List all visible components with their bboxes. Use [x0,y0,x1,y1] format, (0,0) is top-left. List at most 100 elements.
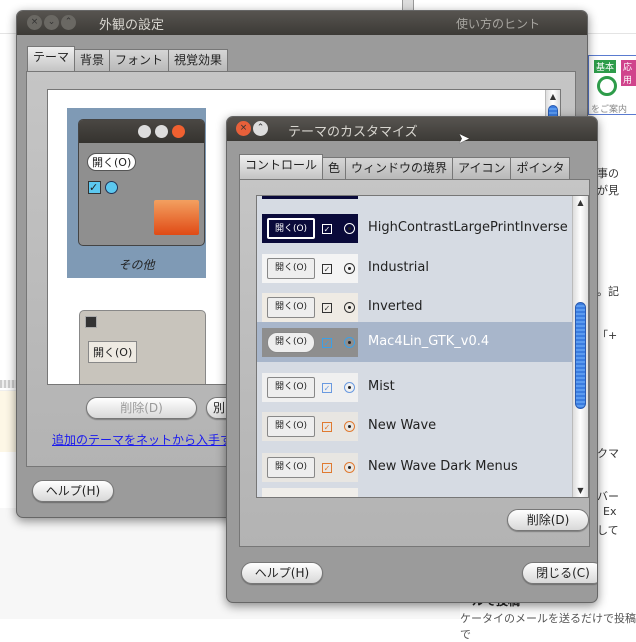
help-button[interactable]: ヘルプ(H) [32,480,114,502]
checkbox-icon: ✓ [322,462,332,473]
preview-open-button: 開く(O) [267,457,315,478]
guide-box[interactable]: 基本 応用 をご案内 [588,55,636,115]
radio-icon [344,421,355,432]
tab-background[interactable]: 背景 [74,49,111,71]
delete-button[interactable]: 削除(D) [86,397,197,419]
checkbox-icon: ✓ [322,302,332,313]
bg-text: 「+ [597,329,618,342]
titlebar[interactable]: × ⌃ テーマのカスタマイズ [227,117,597,141]
bg-text: バー [597,490,619,503]
preview-open-button: 開く(O) [267,377,315,398]
tab-colors[interactable]: 色 [322,157,347,179]
maximize-icon[interactable]: ⌃ [61,15,76,30]
more-themes-link[interactable]: 追加のテーマをネットから入手す [52,431,232,448]
tab-visual-effects[interactable]: 視覚効果 [168,49,229,71]
theme-row[interactable]: 開く(O) ✓ Industrial [257,248,572,288]
preview-open-button: 開く(O) [267,218,315,239]
theme-row[interactable]: 開く(O) ✓ HighContrastLargePrintInverse [257,208,572,248]
radio-icon [344,462,355,473]
theme-preview: 開く(O) ✓ [78,119,205,246]
tab-pointer[interactable]: ポインタ [510,157,571,179]
preview-open-button: 開く(O) [267,297,315,318]
bg-text: して [597,524,619,537]
preview-open-button: 開く(O) [88,341,138,363]
close-icon [172,125,185,138]
minimize-icon [138,125,151,138]
checkbox-icon: ✓ [88,181,101,194]
radio-icon [344,302,355,313]
preview-open-button: 開く(O) [87,153,137,171]
preview-open-button: 開く(O) [267,416,315,437]
radio-icon [344,223,355,234]
close-button[interactable]: 閉じる(C) [522,562,597,584]
radio-icon [105,181,118,194]
theme-name: HighContrastLargePrintInverse [368,220,568,235]
theme-preview: 開く(O) ✓ [262,412,358,441]
theme-row[interactable]: 開く(O) ✓ New Wave [257,406,572,446]
theme-name: その他 [118,258,155,272]
theme-preview: 開く(O) ✓ [262,328,358,357]
bg-text: Ex [603,505,617,518]
tab-window-border[interactable]: ウィンドウの境界 [345,157,454,179]
theme-preview: 開く(O) ✓ [262,254,358,283]
theme-preview: 開く(O) ✓ [262,214,358,243]
badge-advanced: 応用 [621,60,636,86]
customize-window: × ⌃ テーマのカスタマイズ ➤ コントロール 色 ウィンドウの境界 アイコン … [226,116,598,603]
preview-open-button: 開く(O) [267,332,315,353]
checkbox-icon: ✓ [322,263,332,274]
badge-caption: をご案内 [591,105,628,115]
theme-preview: 開く(O) ✓ [262,293,358,322]
close-icon [85,316,97,328]
window-title: 外観の設定 [99,18,165,33]
radio-icon [344,382,355,393]
bg-text: クマ [597,447,619,460]
maximize-icon[interactable]: ⌃ [253,121,268,136]
theme-name: Mist [368,379,395,394]
checkbox-icon: ✓ [322,421,332,432]
scroll-up-icon[interactable]: ▲ [573,198,588,207]
theme-preview: 開く(O) ✓ [262,453,358,482]
tab-fonts[interactable]: フォント [109,49,170,71]
mouse-cursor-icon: ➤ [458,131,470,147]
theme-name: New Wave Dark Menus [368,459,518,474]
theme-tile[interactable]: 開く(O) [79,310,206,384]
theme-row[interactable]: 開く(O) ✓ New Wave Dark Menus [257,447,572,487]
tab-theme[interactable]: テーマ [27,46,76,71]
checkbox-icon: ✓ [322,337,332,348]
close-icon[interactable]: × [236,121,251,136]
theme-name: Mac4Lin_GTK_v0.4 [368,334,490,349]
bg-text: 事の [597,167,619,180]
bg-text: が見 [597,184,619,197]
help-button[interactable]: ヘルプ(H) [241,562,323,584]
theme-tile-selected[interactable]: 開く(O) ✓ その他 [67,108,206,278]
tab-icons[interactable]: アイコン [452,157,512,179]
checkbox-icon: ✓ [322,223,332,234]
bg-text: 。記 [597,285,619,298]
radio-icon [344,263,355,274]
theme-preview: 開く(O) ✓ [262,373,358,402]
maximize-icon [155,125,168,138]
checkbox-icon: ✓ [322,382,332,393]
close-icon[interactable]: × [27,15,42,30]
controls-theme-list[interactable]: ▲ ▼ 開く(O) ✓ HighContrastLargePrintInvers… [256,195,589,498]
hint-heading: 使い方のヒント [456,17,541,31]
theme-name: New Wave [368,418,437,433]
theme-name: Inverted [368,299,423,314]
scroll-down-icon[interactable]: ▼ [573,486,588,495]
tab-controls[interactable]: コントロール [239,154,324,179]
scrollbar[interactable]: ▲ ▼ [572,196,588,497]
badge-basic: 基本 [594,60,617,73]
character-icon [597,76,617,96]
controls-panel: ▲ ▼ 開く(O) ✓ HighContrastLargePrintInvers… [239,179,590,547]
radio-icon [344,337,355,348]
preview-open-button: 開く(O) [267,258,315,279]
folder-icon [154,200,199,235]
window-title: テーマのカスタマイズ [288,125,418,140]
bg-text: ケータイのメールを送るだけで投稿で [460,612,636,641]
minimize-icon[interactable]: ⌄ [44,15,59,30]
delete-button[interactable]: 削除(D) [507,509,589,531]
theme-row[interactable]: 開く(O) ✓ Mist [257,367,572,407]
theme-name: Industrial [368,260,429,275]
theme-row[interactable]: 開く(O) ✓ Mac4Lin_GTK_v0.4 [257,322,572,362]
theme-row[interactable]: 開く(O) ✓ Inverted [257,287,572,327]
